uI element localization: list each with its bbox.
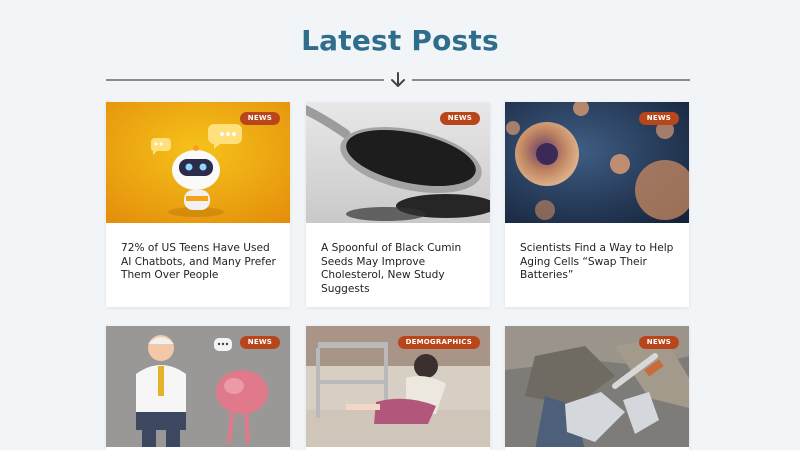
category-badge[interactable]: NEWS xyxy=(239,112,280,125)
title-divider-left xyxy=(106,79,384,81)
post-title[interactable]: A Spoonful of Black Cumin Seeds May Impr… xyxy=(321,242,481,296)
post-card[interactable]: NEWS xyxy=(106,326,290,450)
post-card[interactable]: NEWS A Spoonful of Black Cumin Seeds May… xyxy=(306,102,490,307)
category-badge[interactable]: NEWS xyxy=(638,112,679,125)
category-badge[interactable]: NEWS xyxy=(439,112,480,125)
post-title[interactable]: Scientists Find a Way to Help Aging Cell… xyxy=(520,242,680,283)
category-badge[interactable]: DEMOGRAPHICS xyxy=(397,336,480,349)
post-title[interactable]: 72% of US Teens Have Used AI Chatbots, a… xyxy=(121,242,281,283)
post-card[interactable]: NEWS 72% of US Teens Have Used AI Chatbo… xyxy=(106,102,290,307)
post-card[interactable]: DEMOGRAPHICS xyxy=(306,326,490,450)
title-divider-right xyxy=(412,79,690,81)
category-badge[interactable]: NEWS xyxy=(239,336,280,349)
post-card[interactable]: NEWS Scientists Find a Way to Help Aging… xyxy=(505,102,689,307)
arrow-down-icon xyxy=(391,72,405,87)
category-badge[interactable]: NEWS xyxy=(638,336,679,349)
page-title: Latest Posts xyxy=(301,24,499,57)
post-card[interactable]: NEWS xyxy=(505,326,689,450)
